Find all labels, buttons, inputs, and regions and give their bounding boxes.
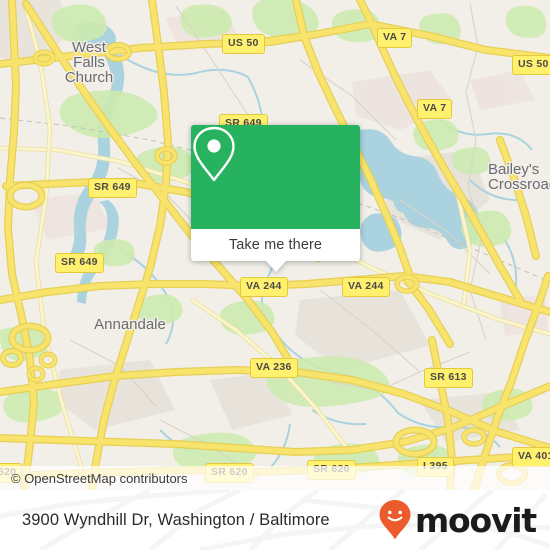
map-pin-icon: [193, 126, 235, 182]
attribution-text[interactable]: © OpenStreetMap contributors: [0, 471, 188, 486]
road-shield-va-7-north[interactable]: VA 7: [377, 28, 413, 48]
moovit-pin-smiley-icon: [379, 500, 411, 540]
footer-bar: 3900 Wyndhill Dr, Washington / Baltimore…: [0, 490, 550, 550]
road-shield-sr-649-left[interactable]: SR 649: [55, 253, 104, 273]
road-shield-us-50-east[interactable]: US 50: [512, 55, 550, 75]
moovit-wordmark: moovit: [414, 500, 537, 540]
take-me-there-label: Take me there: [228, 237, 323, 253]
popup-action-bar[interactable]: Take me there: [191, 229, 360, 261]
road-shield-va-244-west[interactable]: VA 244: [240, 277, 288, 297]
popup-pointer: [265, 261, 286, 272]
road-shield-va-7-south[interactable]: VA 7: [417, 99, 453, 119]
road-shield-va-244-east[interactable]: VA 244: [342, 277, 390, 297]
road-shield-sr-649-mid[interactable]: SR 649: [88, 178, 137, 198]
take-me-there-popup[interactable]: Take me there: [191, 125, 360, 272]
address-label: 3900 Wyndhill Dr, Washington / Baltimore: [22, 510, 330, 529]
road-shield-sr-613[interactable]: SR 613: [424, 368, 473, 388]
moovit-logo[interactable]: moovit: [378, 499, 537, 541]
street-map[interactable]: .water{fill:#AAD3DF;} .stream{fill:none;…: [0, 0, 550, 490]
map-attribution: © OpenStreetMap contributors: [0, 466, 550, 490]
road-shield-va-401[interactable]: VA 401: [512, 447, 550, 467]
popup-pin-panel: [191, 125, 360, 229]
road-shield-va-236[interactable]: VA 236: [250, 358, 298, 378]
moovit-map-screenshot: .water{fill:#AAD3DF;} .stream{fill:none;…: [0, 0, 550, 550]
road-shield-us-50-west[interactable]: US 50: [222, 34, 265, 54]
